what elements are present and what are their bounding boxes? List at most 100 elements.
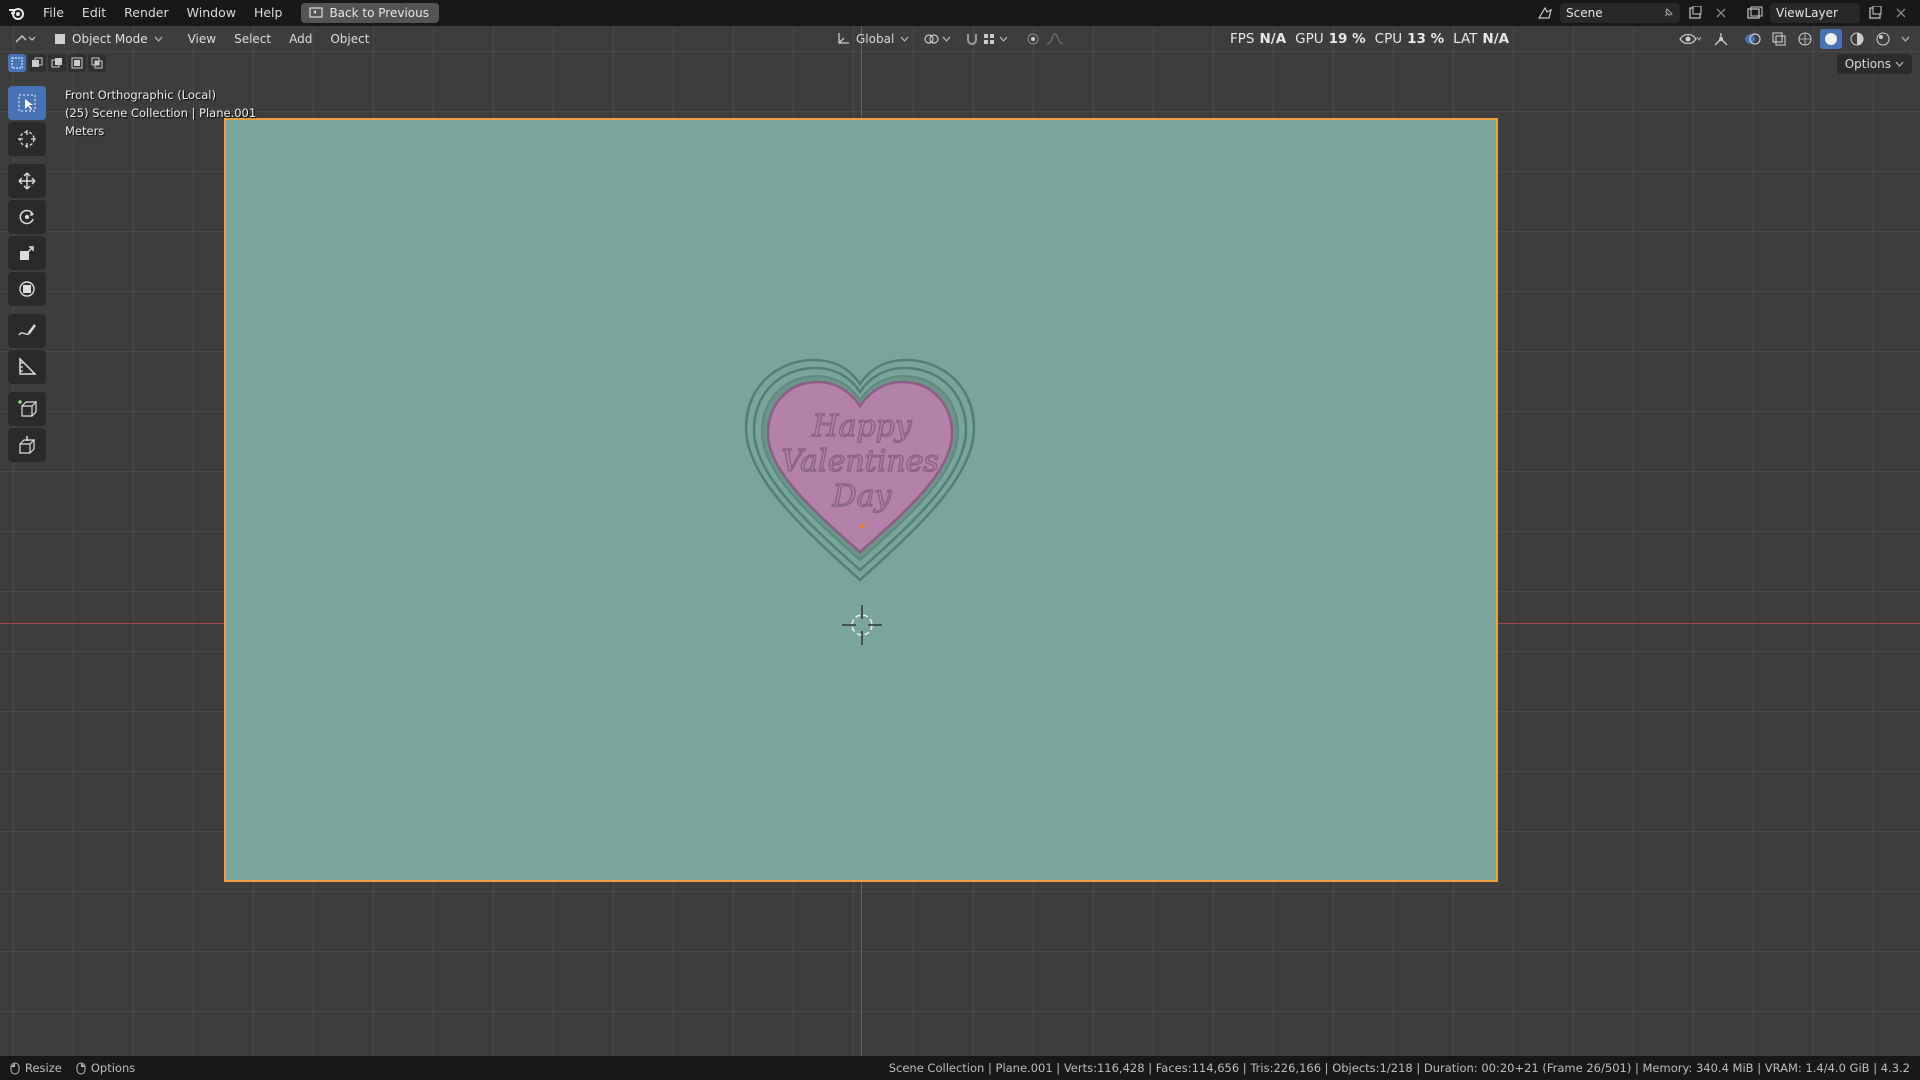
viewport-menu-view[interactable]: View (179, 32, 225, 46)
new-scene-icon[interactable] (1684, 3, 1706, 23)
measure-tool[interactable] (8, 350, 46, 384)
pivot-icon (924, 34, 939, 44)
view-layer-name: ViewLayer (1776, 6, 1838, 20)
pivot-point-dropdown[interactable] (923, 32, 951, 46)
select-intersect-icon[interactable] (88, 54, 106, 72)
blender-logo-icon[interactable] (0, 0, 34, 26)
pin-icon (1664, 8, 1673, 17)
annotate-tool[interactable] (8, 314, 46, 348)
mouse-left-icon (10, 1062, 20, 1074)
select-invert-icon[interactable] (68, 54, 86, 72)
extrude-cube-icon (19, 436, 36, 454)
move-arrows-icon (18, 172, 36, 190)
viewport-menu-add[interactable]: Add (280, 32, 321, 46)
gpu-value: 19 % (1328, 31, 1366, 47)
visibility-eye-icon[interactable] (1674, 29, 1706, 49)
material-shading-icon[interactable] (1846, 29, 1868, 49)
viewport-info-overlay: Front Orthographic (Local) (25) Scene Co… (65, 86, 256, 140)
proportional-editing-toggle[interactable] (1026, 32, 1064, 46)
select-box-tool[interactable] (8, 86, 46, 120)
new-view-layer-icon[interactable] (1864, 3, 1886, 23)
chevron-down-icon (999, 36, 1008, 42)
lat-label: LAT (1453, 31, 1478, 47)
view-name: Front Orthographic (Local) (65, 88, 216, 102)
add-cube-tool[interactable] (8, 392, 46, 426)
fps-label: FPS (1230, 31, 1255, 47)
transform-tool[interactable] (8, 272, 46, 306)
back-to-previous-button[interactable]: Back to Previous (301, 3, 439, 23)
selection-mode-buttons (8, 54, 106, 72)
orientation-label: Global (856, 32, 895, 46)
scale-tool[interactable] (8, 236, 46, 270)
snap-grid-icon (984, 34, 995, 44)
extrude-tool[interactable] (8, 428, 46, 462)
xray-toggle-icon[interactable] (1768, 29, 1790, 49)
object-mode-dropdown[interactable]: Object Mode (48, 29, 169, 49)
menu-help[interactable]: Help (245, 0, 292, 26)
select-new-icon[interactable] (8, 54, 26, 72)
shading-options-chevron-icon[interactable] (1898, 29, 1912, 49)
scene-icon[interactable] (1534, 3, 1556, 23)
orientation-axes-icon (838, 33, 849, 44)
status-resize-hint: Resize (10, 1061, 62, 1075)
rendered-shading-icon[interactable] (1872, 29, 1894, 49)
gizmo-icon[interactable] (1710, 29, 1732, 49)
menu-render[interactable]: Render (115, 0, 178, 26)
viewport-menu-select[interactable]: Select (225, 32, 280, 46)
move-tool[interactable] (8, 164, 46, 198)
scale-icon (20, 246, 34, 260)
menu-window[interactable]: Window (178, 0, 245, 26)
overlays-toggle-icon[interactable] (1742, 29, 1764, 49)
cursor-tool[interactable] (8, 122, 46, 156)
chevron-down-icon (154, 36, 163, 42)
lat-value: N/A (1482, 31, 1510, 47)
active-collection-object: (25) Scene Collection | Plane.001 (65, 106, 257, 120)
view-layer-icon[interactable] (1744, 3, 1766, 23)
menu-file[interactable]: File (34, 0, 73, 26)
fps-value: N/A (1259, 31, 1287, 47)
gpu-label: GPU (1295, 31, 1324, 47)
transform-orientation-dropdown[interactable]: Global (836, 32, 909, 46)
rotate-tool[interactable] (8, 200, 46, 234)
3d-viewport[interactable]: Happy Valentines Day Object Mode View Se… (0, 26, 1920, 1056)
performance-stats: FPS N/A GPU 19 % CPU 13 % LAT N/A (1230, 26, 1509, 52)
options-label: Options (1844, 57, 1891, 71)
resize-label: Resize (25, 1061, 62, 1075)
scene-selector[interactable]: Scene (1560, 3, 1680, 23)
status-bar: Resize Options Scene Collection | Plane.… (0, 1056, 1920, 1080)
mouse-right-icon (76, 1062, 86, 1074)
valentine-heart-object[interactable]: Happy Valentines Day (740, 356, 980, 586)
cpu-value: 13 % (1407, 31, 1445, 47)
transform-icon (19, 281, 35, 297)
add-cube-icon (18, 400, 37, 417)
crosshair-icon (18, 130, 36, 148)
select-subtract-icon[interactable] (48, 54, 66, 72)
view-layer-selector[interactable]: ViewLayer (1770, 3, 1860, 23)
snap-toggle[interactable] (965, 32, 1008, 46)
object-mode-label: Object Mode (72, 32, 148, 46)
delete-scene-icon[interactable] (1710, 3, 1732, 23)
chevron-down-icon (900, 36, 909, 42)
select-extend-icon[interactable] (28, 54, 46, 72)
magnet-icon (967, 34, 978, 45)
units-label: Meters (65, 124, 105, 138)
options-dropdown[interactable]: Options (1836, 54, 1912, 74)
object-origin-dot (859, 523, 865, 529)
chevron-down-icon (1895, 61, 1904, 67)
heart-text-line-1: Happy (811, 409, 912, 444)
cursor-arrow-icon (18, 94, 36, 112)
editor-type-icon[interactable] (10, 29, 40, 49)
3d-cursor-icon[interactable] (842, 605, 882, 645)
menu-edit[interactable]: Edit (73, 0, 115, 26)
viewport-menu-object[interactable]: Object (321, 32, 378, 46)
chevron-down-icon (942, 36, 951, 42)
delete-view-layer-icon[interactable] (1890, 3, 1912, 23)
wireframe-shading-icon[interactable] (1794, 29, 1816, 49)
falloff-curve-icon (1047, 33, 1064, 45)
rotate-icon (19, 209, 34, 225)
screen-icon (309, 7, 324, 18)
scene-name: Scene (1566, 6, 1603, 20)
solid-shading-icon[interactable] (1820, 29, 1842, 49)
pencil-icon (18, 324, 36, 336)
viewport-header: Object Mode View Select Add Object Globa… (0, 26, 1920, 52)
